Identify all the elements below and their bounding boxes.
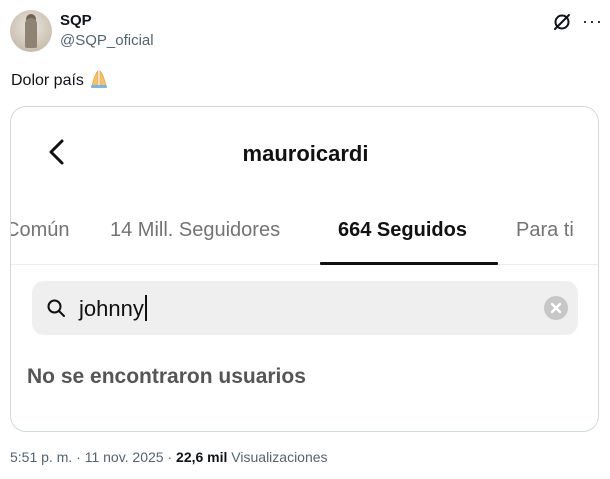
grok-icon[interactable] xyxy=(552,12,572,32)
active-tab-indicator xyxy=(320,262,498,265)
tab-for-you[interactable]: Para ti xyxy=(516,219,574,242)
more-icon[interactable]: ··· xyxy=(582,11,603,32)
search-value-text: johnny xyxy=(79,296,144,321)
empty-state-message: No se encontraron usuarios xyxy=(27,365,306,388)
views-label: Visualizaciones xyxy=(231,449,328,465)
tweet-meta: 5:51 p. m. · 11 nov. 2025 · 22,6 mil Vis… xyxy=(10,449,328,465)
tweet-text-content: Dolor país xyxy=(11,72,84,89)
avatar[interactable] xyxy=(10,10,52,52)
tweet-timestamp[interactable]: 5:51 p. m. · 11 nov. 2025 xyxy=(10,449,164,465)
tab-following[interactable]: 664 Seguidos xyxy=(338,219,467,242)
folded-hands-icon xyxy=(91,70,108,88)
text-caret xyxy=(144,295,147,321)
search-icon xyxy=(47,299,65,317)
author-name[interactable]: SQP xyxy=(60,12,92,29)
avatar-figure-shape xyxy=(25,18,37,48)
author-handle[interactable]: @SQP_oficial xyxy=(60,32,154,49)
search-value[interactable]: johnny xyxy=(79,295,147,322)
tabs-divider xyxy=(11,264,598,265)
tabs-row: Común 14 Mill. Seguidores 664 Seguidos P… xyxy=(11,219,598,267)
search-input[interactable]: johnny xyxy=(32,281,578,335)
tweet-header: SQP @SQP_oficial ··· xyxy=(10,10,603,54)
tweet-text: Dolor país xyxy=(11,70,109,90)
profile-title: mauroicardi xyxy=(242,141,369,166)
tab-common[interactable]: Común xyxy=(11,219,69,242)
tab-followers[interactable]: 14 Mill. Seguidores xyxy=(110,219,280,242)
media-card[interactable]: mauroicardi Común 14 Mill. Seguidores 66… xyxy=(10,106,599,432)
meta-separator: · xyxy=(167,449,173,465)
views-count: 22,6 mil xyxy=(176,449,228,465)
clear-circle-icon[interactable] xyxy=(543,295,569,321)
